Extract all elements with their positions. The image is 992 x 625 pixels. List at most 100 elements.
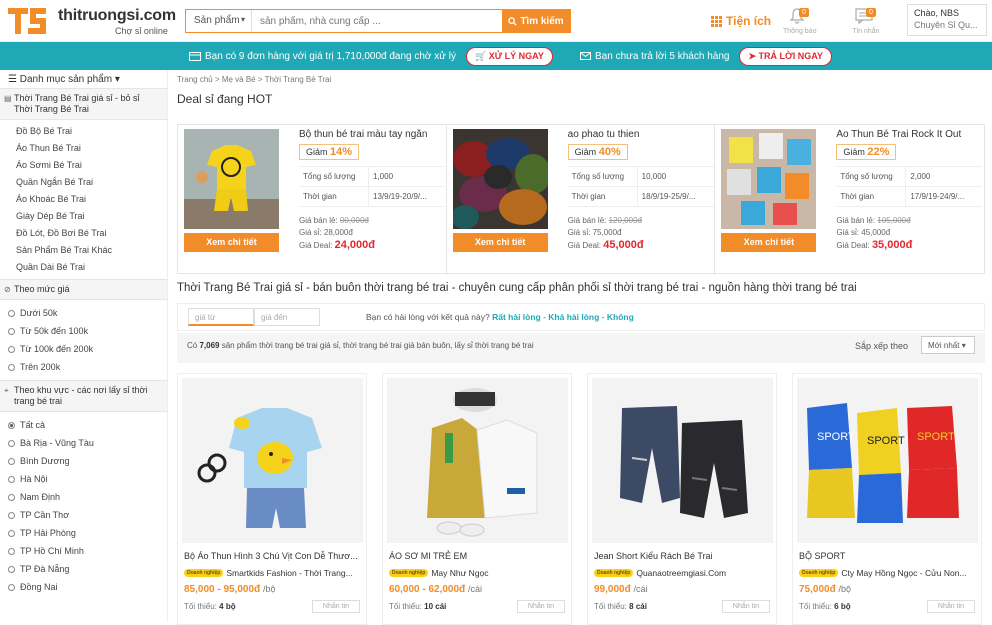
- region-option[interactable]: Tất cả: [0, 416, 167, 434]
- wholesale-label: Giá sỉ:: [836, 228, 860, 237]
- deal-image[interactable]: [184, 129, 279, 229]
- search-category-select[interactable]: Sản phẩm ▾: [186, 10, 252, 32]
- deal-time-row: Thời gian 13/9/19-20/9/...: [299, 186, 445, 207]
- price-range-option[interactable]: Từ 50k đến 100k: [0, 322, 167, 340]
- logo-tagline: Chợ sỉ online: [115, 26, 168, 36]
- product-card[interactable]: Bộ Áo Thun Hình 3 Chú Vịt Con Dễ Thươ...…: [177, 373, 367, 625]
- deal-price: 24,000đ: [334, 239, 375, 251]
- price-range-option[interactable]: Dưới 50k: [0, 304, 167, 322]
- sidebar-category-item[interactable]: Áo Sơmi Bé Trai: [0, 157, 167, 174]
- search-button[interactable]: Tìm kiếm: [502, 10, 570, 32]
- product-card[interactable]: Jean Short Kiểu Rách Bé Trai Doanh nghiệ…: [587, 373, 777, 625]
- not-satisfied-link[interactable]: Không: [607, 312, 634, 322]
- category-title: Thời Trang Bé Trai giá sỉ - bán buôn thờ…: [177, 282, 857, 294]
- message-button[interactable]: Nhắn tin: [311, 600, 360, 613]
- region-option[interactable]: Đồng Nai: [0, 578, 167, 596]
- product-name[interactable]: ÁO SƠ MI TRẺ EM: [383, 547, 571, 565]
- price-range-option[interactable]: Trên 200k: [0, 358, 167, 376]
- quite-satisfied-link[interactable]: Khá hài lòng: [548, 312, 599, 322]
- region-option[interactable]: TP Hải Phòng: [0, 524, 167, 542]
- product-card[interactable]: ÁO SƠ MI TRẺ EM Doanh nghiệp May Như Ngọc…: [382, 373, 572, 625]
- deal-name[interactable]: Bộ thun bé trai màu tay ngắn: [299, 129, 443, 140]
- product-image[interactable]: [387, 378, 568, 543]
- list-icon: ▤: [4, 94, 12, 103]
- reply-now-button[interactable]: ➤ TRẢ LỜI NGAY: [739, 46, 832, 66]
- sidebar-category-item[interactable]: Quần Dài Bé Trai: [0, 259, 167, 276]
- message-button[interactable]: Nhắn tin: [516, 600, 565, 613]
- price-range-option[interactable]: Từ 100k đến 200k: [0, 340, 167, 358]
- deal-image[interactable]: [452, 129, 548, 229]
- product-image[interactable]: [182, 378, 363, 543]
- radio-selected-icon: [8, 421, 15, 429]
- message-button[interactable]: Nhắn tin: [926, 600, 975, 613]
- sidebar-category-item[interactable]: Quần Ngắn Bé Trai: [0, 174, 167, 191]
- utilities-label: Tiện ích: [726, 14, 772, 28]
- region-option[interactable]: Bà Rịa - Vũng Tàu: [0, 434, 167, 452]
- price-value: 60,000 - 62,000đ: [389, 584, 466, 595]
- view-deal-button[interactable]: Xem chi tiết: [452, 233, 548, 252]
- business-badge: Doanh nghiệp: [799, 569, 839, 577]
- region-option[interactable]: TP Cần Thơ: [0, 506, 167, 524]
- breadcrumb[interactable]: Trang chủ > Mẹ và Bé > Thời Trang Bé Tra…: [177, 70, 985, 92]
- deal-name[interactable]: ao phao tu thien: [568, 129, 712, 140]
- view-deal-button[interactable]: Xem chi tiết: [721, 233, 817, 252]
- notifications-label: Thông báo: [783, 28, 817, 35]
- site-logo[interactable]: thitruongsi.com Chợ sỉ online: [8, 4, 178, 38]
- sidebar-category-item[interactable]: Đồ Lót, Đồ Bơi Bé Trai: [0, 225, 167, 242]
- discount-value: 14%: [330, 146, 353, 158]
- bell-icon: [779, 8, 815, 28]
- region-option[interactable]: Hà Nội: [0, 470, 167, 488]
- product-seller[interactable]: Doanh nghiệp Cty May Hồng Ngọc - Cửu Non.…: [793, 565, 981, 581]
- notifications-button[interactable]: 0 Thông báo: [779, 8, 817, 38]
- account-menu[interactable]: Chào, NBS Chuyên Sỉ Qu...: [907, 4, 987, 36]
- product-image[interactable]: [592, 378, 773, 543]
- deal-image[interactable]: [721, 129, 817, 229]
- filter-bar: giá từ giá đến Bạn có hài lòng với kết q…: [177, 303, 985, 331]
- process-now-button[interactable]: 🛒 XỬ LÝ NGAY: [465, 46, 553, 66]
- message-count-badge: 0: [866, 8, 876, 17]
- sidebar-category-item[interactable]: Sản Phẩm Bé Trai Khác: [0, 242, 167, 259]
- svg-text:SPORT: SPORT: [817, 431, 855, 443]
- view-deal-button[interactable]: Xem chi tiết: [184, 233, 279, 252]
- deal-price-label: Giá Deal:: [299, 241, 333, 250]
- region-option[interactable]: TP Đà Nẵng: [0, 560, 167, 578]
- product-name[interactable]: BỘ SPORT: [793, 547, 981, 565]
- search-input[interactable]: [252, 10, 502, 32]
- product-image[interactable]: SPORT SPORT SPORT: [797, 378, 978, 543]
- messages-label: Tin nhắn: [852, 28, 880, 35]
- sidebar-category-item[interactable]: Đồ Bộ Bé Trai: [0, 123, 167, 140]
- category-menu-toggle[interactable]: ☰ Danh mục sản phẩm ▾: [0, 70, 167, 88]
- deal-card: Xem chi tiết Áo Thun Bé Trai Rock It Out…: [715, 125, 984, 275]
- deal-discount: Giảm 14%: [299, 144, 360, 160]
- region-option[interactable]: Nam Định: [0, 488, 167, 506]
- business-badge: Doanh nghiệp: [184, 569, 224, 577]
- sidebar-category-item[interactable]: Áo Khoác Bé Trai: [0, 191, 167, 208]
- product-seller[interactable]: Doanh nghiệp May Như Ngọc: [383, 565, 571, 581]
- deal-info-table: Tổng số lượng 10,000 Thời gian 18/9/19-25/…: [567, 166, 714, 207]
- price-from-input[interactable]: giá từ: [188, 308, 254, 326]
- wholesale-price: 75,000đ: [592, 228, 622, 237]
- product-min-order: Tối thiểu: 10 cái Nhắn tin: [383, 598, 571, 615]
- sidebar-category-item[interactable]: Giày Dép Bé Trai: [0, 208, 167, 225]
- product-name[interactable]: Jean Short Kiểu Rách Bé Trai: [588, 547, 776, 565]
- product-name[interactable]: Bộ Áo Thun Hình 3 Chú Vịt Con Dễ Thươ...: [178, 547, 366, 565]
- sidebar-category-item[interactable]: Áo Thun Bé Trai: [0, 140, 167, 157]
- deal-name[interactable]: Áo Thun Bé Trai Rock It Out: [836, 129, 980, 140]
- message-button[interactable]: Nhắn tin: [721, 600, 770, 613]
- product-seller[interactable]: Doanh nghiệp Smartkids Fashion - Thời Tra…: [178, 565, 366, 581]
- sort-select[interactable]: Mới nhất ▾: [921, 336, 975, 354]
- messages-button[interactable]: 0 Tin nhắn: [846, 8, 882, 38]
- region-option[interactable]: TP Hồ Chí Minh: [0, 542, 167, 560]
- product-card[interactable]: SPORT SPORT SPORT BỘ SPORT Doanh nghiệp Cty…: [792, 373, 982, 625]
- results-count: 7,069: [199, 341, 220, 350]
- deal-price: 45,000đ: [603, 239, 644, 251]
- business-badge: Doanh nghiệp: [594, 569, 634, 577]
- very-satisfied-link[interactable]: Rất hài lòng: [492, 312, 541, 322]
- price-to-input[interactable]: giá đến: [254, 308, 320, 326]
- product-price: 60,000 - 62,000đ /cái: [383, 581, 571, 598]
- region-option[interactable]: Bình Dương: [0, 452, 167, 470]
- satisfaction-survey: Bạn có hài lòng với kết quả này? Rất hài…: [366, 312, 634, 322]
- price-section-title: Theo mức giá: [14, 284, 70, 294]
- utilities-menu[interactable]: Tiện ích: [711, 14, 771, 28]
- product-seller[interactable]: Doanh nghiệp Quanaotreemgiasi.Com: [588, 565, 776, 581]
